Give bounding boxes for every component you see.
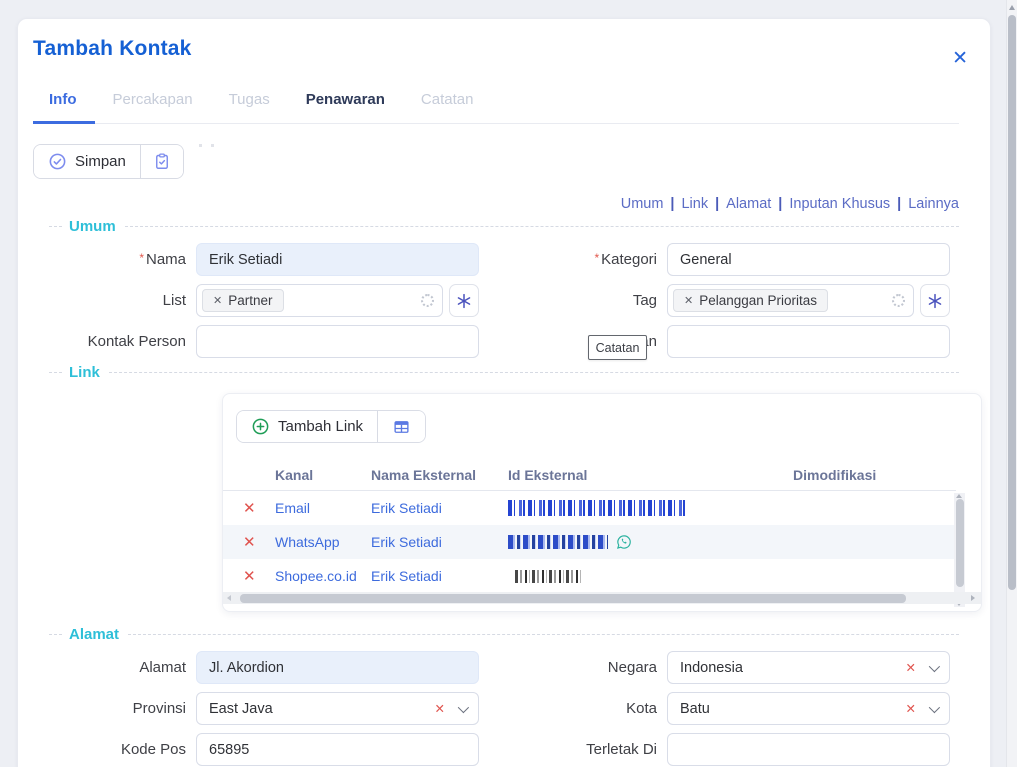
table-vertical-scrollbar[interactable] xyxy=(954,493,965,607)
jump-link-umum[interactable]: Umum xyxy=(621,196,664,212)
chip-remove-icon[interactable]: ✕ xyxy=(213,294,222,307)
jump-link-inputan-khusus[interactable]: Inputan Khusus xyxy=(789,196,890,212)
asterisk-icon xyxy=(926,292,944,310)
kategori-label: *Kategori xyxy=(520,251,667,268)
clipboard-check-icon xyxy=(153,152,171,171)
section-header-alamat: Alamat xyxy=(49,626,959,643)
kota-label: Kota xyxy=(520,700,667,717)
tab-tugas[interactable]: Tugas xyxy=(211,91,288,123)
tab-info[interactable]: Info xyxy=(33,91,95,124)
page-title: Tambah Kontak xyxy=(33,37,959,61)
nama-eksternal-link[interactable]: Erik Setiadi xyxy=(371,568,442,584)
kanal-link[interactable]: Email xyxy=(275,500,310,516)
check-circle-icon xyxy=(48,152,67,171)
page-vertical-scrollbar[interactable] xyxy=(1006,0,1017,767)
chevron-down-icon[interactable] xyxy=(929,660,940,671)
tab-percakapan[interactable]: Percakapan xyxy=(95,91,211,123)
delete-row-icon[interactable]: ✕ xyxy=(243,534,256,551)
link-table-panel: Tambah Link Kanal Nama Eksternal Id Ekst… xyxy=(222,393,982,612)
link-table: Kanal Nama Eksternal Id Eksternal Dimodi… xyxy=(223,459,981,593)
col-id-eksternal[interactable]: Id Eksternal xyxy=(508,467,793,483)
kontak-person-label: Kontak Person xyxy=(49,333,196,350)
close-icon[interactable]: ✕ xyxy=(952,49,968,68)
plus-circle-icon xyxy=(251,417,270,436)
col-dimodifikasi[interactable]: Dimodifikasi xyxy=(793,467,956,483)
chevron-down-icon[interactable] xyxy=(929,701,940,712)
tab-catatan[interactable]: Catatan xyxy=(403,91,492,123)
kode-pos-input[interactable]: 65895 xyxy=(196,733,479,766)
catatan-tooltip: Catatan xyxy=(588,335,647,360)
provinsi-label: Provinsi xyxy=(49,700,196,717)
scroll-up-arrow-icon xyxy=(1009,5,1015,10)
nama-input[interactable]: Erik Setiadi xyxy=(196,243,479,276)
tag-lookup-button[interactable] xyxy=(920,284,950,317)
nama-eksternal-link[interactable]: Erik Setiadi xyxy=(371,500,442,516)
save-checklist-button[interactable] xyxy=(140,145,183,178)
scrollbar-thumb xyxy=(1008,15,1016,590)
loading-spinner-icon xyxy=(421,294,434,307)
list-lookup-button[interactable] xyxy=(449,284,479,317)
section-jump-links: Umum|Link|Alamat|Inputan Khusus|Lainnya xyxy=(33,196,959,212)
toolbar: Simpan xyxy=(33,144,959,179)
tag-chip: ✕Pelanggan Prioritas xyxy=(673,289,828,312)
save-button[interactable]: Simpan xyxy=(34,145,140,178)
loading-spinner-icon xyxy=(892,294,905,307)
terletak-di-label: Terletak Di xyxy=(520,741,667,758)
link-table-header: Kanal Nama Eksternal Id Eksternal Dimodi… xyxy=(223,459,956,491)
chip-remove-icon[interactable]: ✕ xyxy=(684,294,693,307)
kontak-person-input[interactable] xyxy=(196,325,479,358)
kode-pos-label: Kode Pos xyxy=(49,741,196,758)
clear-icon[interactable]: ✕ xyxy=(906,660,916,675)
whatsapp-icon xyxy=(616,534,632,550)
asterisk-icon xyxy=(455,292,473,310)
tag-label: Tag xyxy=(520,292,667,309)
jump-link-lainnya[interactable]: Lainnya xyxy=(908,196,959,212)
tab-bar: Info Percakapan Tugas Penawaran Catatan xyxy=(33,91,959,124)
tambah-kontak-dialog: Tambah Kontak ✕ Info Percakapan Tugas Pe… xyxy=(17,18,991,767)
kota-select[interactable]: Batu ✕ xyxy=(667,692,950,725)
table-view-button[interactable] xyxy=(377,411,425,442)
col-kanal[interactable]: Kanal xyxy=(275,467,371,483)
drag-dots xyxy=(199,144,214,147)
section-header-umum: Umum xyxy=(49,218,959,235)
negara-select[interactable]: Indonesia ✕ xyxy=(667,651,950,684)
kanal-link[interactable]: Shopee.co.id xyxy=(275,568,357,584)
table-row: ✕ Shopee.co.id Erik Setiadi xyxy=(223,559,956,593)
jump-link-link[interactable]: Link xyxy=(681,196,708,212)
chevron-down-icon[interactable] xyxy=(458,701,469,712)
kategori-input[interactable]: General xyxy=(667,243,950,276)
clear-icon[interactable]: ✕ xyxy=(906,701,916,716)
redacted-id-barcode xyxy=(508,535,608,549)
tag-input[interactable]: ✕Pelanggan Prioritas xyxy=(667,284,914,317)
jump-link-alamat[interactable]: Alamat xyxy=(726,196,771,212)
nama-label: *Nama xyxy=(49,251,196,268)
kanal-link[interactable]: WhatsApp xyxy=(275,534,340,550)
section-header-link: Link xyxy=(49,364,959,381)
tambah-link-button[interactable]: Tambah Link xyxy=(237,411,377,442)
redacted-id-barcode xyxy=(515,570,581,583)
alamat-input[interactable]: Jl. Akordion xyxy=(196,651,479,684)
table-horizontal-scrollbar[interactable] xyxy=(223,592,982,604)
save-button-label: Simpan xyxy=(75,153,126,170)
table-grid-icon xyxy=(392,418,411,436)
negara-label: Negara xyxy=(520,659,667,676)
delete-row-icon[interactable]: ✕ xyxy=(243,568,256,585)
tab-penawaran[interactable]: Penawaran xyxy=(288,91,403,123)
col-nama-eksternal[interactable]: Nama Eksternal xyxy=(371,467,508,483)
table-row: ✕ WhatsApp Erik Setiadi xyxy=(223,525,956,559)
delete-row-icon[interactable]: ✕ xyxy=(243,500,256,517)
alamat-label: Alamat xyxy=(49,659,196,676)
list-input[interactable]: ✕Partner xyxy=(196,284,443,317)
list-label: List xyxy=(49,292,196,309)
provinsi-select[interactable]: East Java ✕ xyxy=(196,692,479,725)
redacted-id-barcode xyxy=(508,500,686,516)
clear-icon[interactable]: ✕ xyxy=(435,701,445,716)
nama-eksternal-link[interactable]: Erik Setiadi xyxy=(371,534,442,550)
table-row: ✕ Email Erik Setiadi xyxy=(223,491,956,525)
list-chip: ✕Partner xyxy=(202,289,284,312)
catatan-input[interactable] xyxy=(667,325,950,358)
tambah-link-label: Tambah Link xyxy=(278,418,363,435)
terletak-di-input[interactable] xyxy=(667,733,950,766)
